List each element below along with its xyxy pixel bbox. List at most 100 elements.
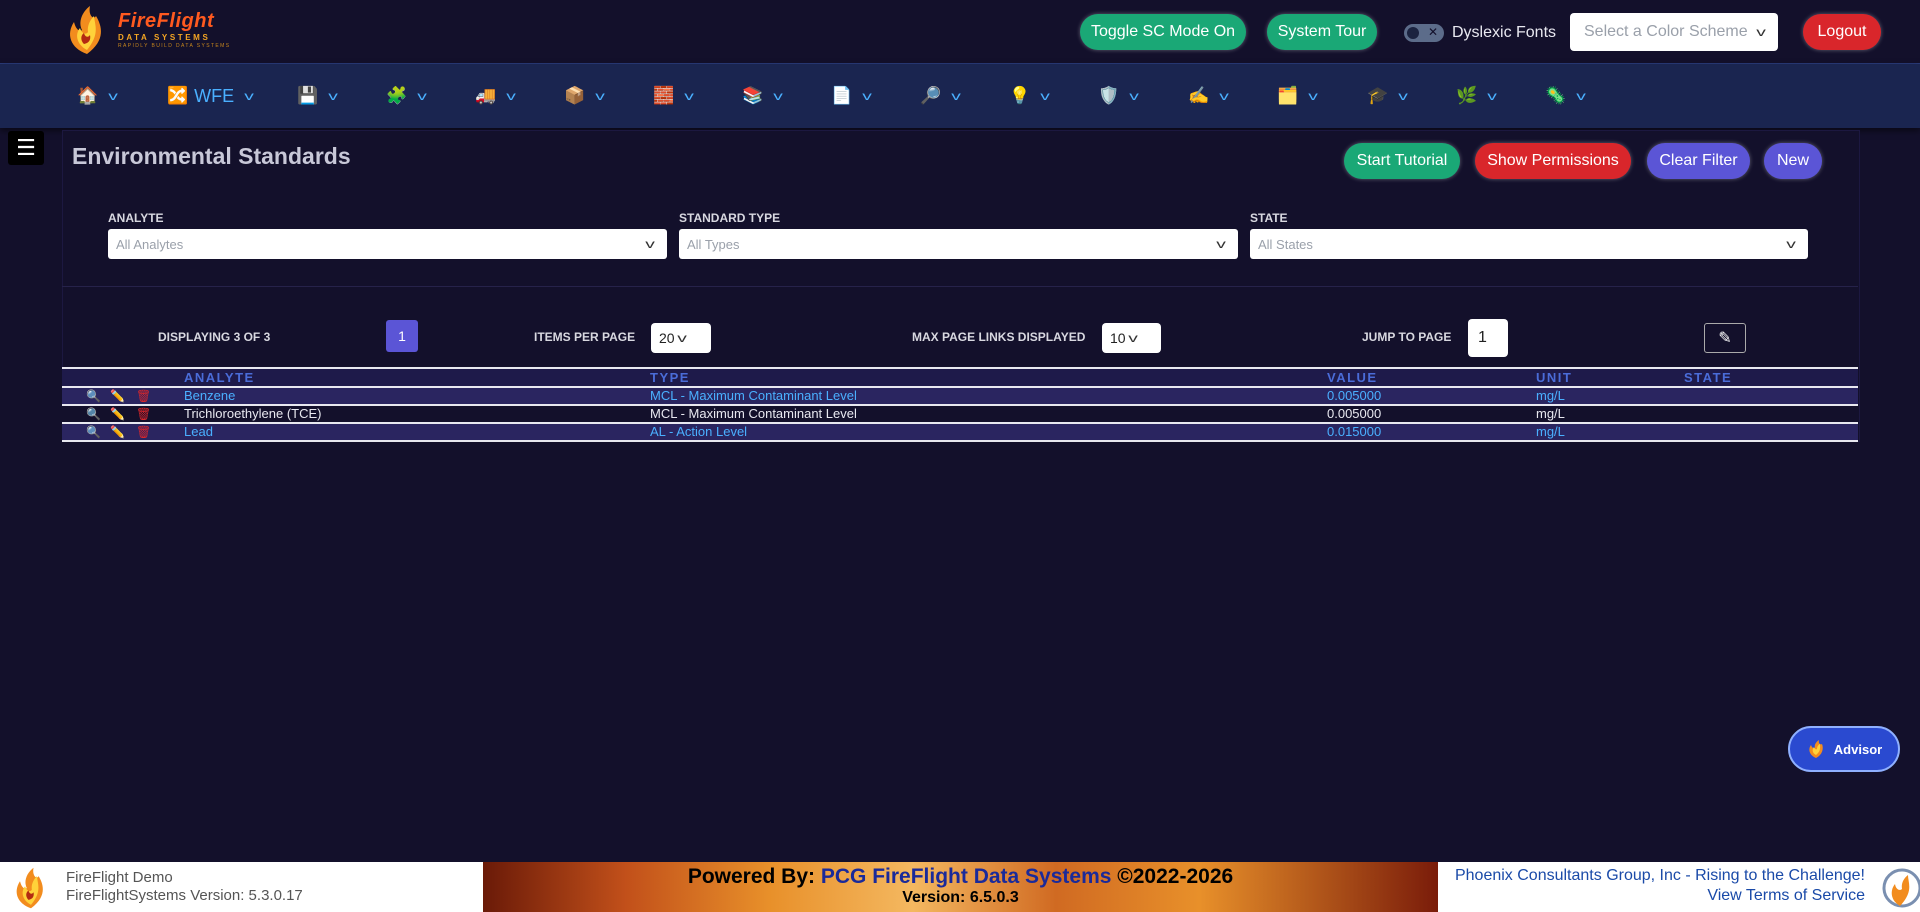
nav-ideas[interactable]: 💡 v (1009, 84, 1050, 108)
chevron-down-icon: v (645, 237, 655, 251)
cell-analyte: Benzene (184, 388, 236, 403)
chevron-down-icon: v (595, 89, 605, 103)
column-header-unit[interactable]: UNIT (1536, 370, 1572, 385)
nav-shipping[interactable]: 🚚 v (475, 84, 516, 108)
nav-home[interactable]: 🏠 v (77, 84, 118, 108)
nav-library[interactable]: 📚 v (742, 84, 783, 108)
nav-structure[interactable]: 🧱 v (653, 84, 694, 108)
table-row[interactable]: 🔍 ✏️ 🗑 Benzene MCL - Maximum Contaminant… (62, 388, 1858, 406)
nav-inventory[interactable]: 📦 v (564, 84, 605, 108)
terms-of-service-link[interactable]: View Terms of Service (1707, 887, 1865, 905)
magnifier-icon: 🔎 (920, 86, 942, 105)
items-per-page-label: ITEMS PER PAGE (534, 330, 636, 344)
chevron-down-icon: v (1576, 89, 1586, 103)
column-header-type[interactable]: TYPE (650, 370, 690, 385)
delete-icon[interactable]: 🗑 (136, 388, 151, 404)
banner-version: Version: 6.5.0.3 (902, 889, 1019, 906)
chevron-down-icon: v (1786, 237, 1796, 251)
top-bar: FireFlight DATA SYSTEMS RAPIDLY BUILD DA… (0, 0, 1920, 64)
page-1-button[interactable]: 1 (386, 320, 418, 352)
new-button[interactable]: New (1764, 143, 1822, 179)
analyte-filter-select[interactable]: All Analytes v (108, 229, 667, 259)
cell-analyte: Lead (184, 424, 213, 439)
leaf-icon: 🌿 (1456, 86, 1478, 105)
powered-by-copyright: ©2022-2026 (1111, 865, 1234, 888)
truck-icon: 🚚 (475, 86, 497, 105)
footer-company-link[interactable]: Phoenix Consultants Group, Inc - Rising … (1455, 867, 1865, 885)
clear-filter-button[interactable]: Clear Filter (1647, 143, 1750, 179)
standard-type-filter-select[interactable]: All Types v (679, 229, 1238, 259)
table-header: ANALYTE TYPE VALUE UNIT STATE (62, 367, 1858, 388)
nav-lab[interactable]: 🦠 v (1545, 84, 1586, 108)
nav-save[interactable]: 💾 v (297, 84, 338, 108)
show-permissions-button[interactable]: Show Permissions (1475, 143, 1631, 179)
hamburger-icon: ☰ (16, 135, 36, 160)
sidebar-toggle-button[interactable]: ☰ (8, 131, 44, 165)
fireflight-logo[interactable]: FireFlight DATA SYSTEMS RAPIDLY BUILD DA… (62, 4, 242, 58)
package-icon: 📦 (564, 86, 586, 105)
chevron-down-icon: v (684, 89, 694, 103)
brand-name: FireFlight (118, 10, 215, 32)
chevron-down-icon: v (1487, 89, 1497, 103)
nav-modules[interactable]: 🧩 v (386, 84, 427, 108)
toggle-sc-mode-button[interactable]: Toggle SC Mode On (1080, 14, 1246, 50)
system-tour-button[interactable]: System Tour (1267, 14, 1377, 50)
column-header-state[interactable]: STATE (1684, 370, 1732, 385)
standard-type-filter-placeholder: All Types (687, 236, 740, 252)
lightbulb-icon: 💡 (1009, 86, 1031, 105)
nav-security[interactable]: 🛡️ v (1098, 84, 1139, 108)
state-filter-select[interactable]: All States v (1250, 229, 1808, 259)
nav-wfe-label: WFE (194, 85, 235, 106)
advisor-button[interactable]: Advisor (1788, 726, 1900, 772)
nav-search[interactable]: 🔎 v (920, 84, 961, 108)
edit-icon[interactable]: ✏️ (110, 388, 125, 404)
view-icon[interactable]: 🔍 (86, 424, 101, 440)
chevron-down-icon: v (862, 89, 872, 103)
max-page-links-select[interactable]: 10 v (1102, 323, 1161, 353)
phoenix-advisor-icon (1809, 740, 1823, 758)
nav-wfe[interactable]: 🔀 WFE v (167, 84, 254, 108)
nav-signatures[interactable]: ✍️ v (1188, 84, 1229, 108)
advisor-label: Advisor (1833, 741, 1883, 757)
view-icon[interactable]: 🔍 (86, 406, 101, 422)
nav-environmental[interactable]: 🌿 v (1456, 84, 1497, 108)
delete-icon[interactable]: 🗑 (136, 424, 151, 440)
clear-grid-button[interactable]: ✎ (1704, 323, 1746, 353)
footer-instance-name: FireFlight Demo (66, 869, 173, 886)
nav-records[interactable]: 🗂️ v (1277, 84, 1318, 108)
start-tutorial-button[interactable]: Start Tutorial (1344, 143, 1460, 179)
home-icon: 🏠 (77, 86, 99, 105)
analyte-filter-placeholder: All Analytes (116, 236, 184, 252)
cell-unit: mg/L (1536, 406, 1565, 421)
cell-value: 0.005000 (1327, 388, 1382, 403)
table-row[interactable]: 🔍 ✏️ 🗑 Lead AL - Action Level 0.015000 m… (62, 424, 1858, 442)
column-header-analyte[interactable]: ANALYTE (184, 370, 255, 385)
edit-icon[interactable]: ✏️ (110, 406, 125, 422)
jump-to-page-input[interactable]: 1 (1468, 319, 1508, 357)
chevron-down-icon: v (1216, 237, 1226, 251)
view-icon[interactable]: 🔍 (86, 388, 101, 404)
max-page-links-value: 10 (1110, 330, 1126, 346)
displaying-count: DISPLAYING 3 OF 3 (158, 330, 271, 344)
puzzle-piece-icon: 🧩 (386, 86, 408, 105)
standard-type-filter-label: STANDARD TYPE (679, 211, 781, 225)
logout-button[interactable]: Logout (1803, 14, 1881, 50)
chevron-down-icon: v (506, 89, 516, 103)
powered-by-prefix: Powered By: (687, 865, 821, 888)
eraser-icon: ✎ (1718, 330, 1732, 347)
items-per-page-select[interactable]: 20 v (651, 323, 711, 353)
color-scheme-select[interactable]: Select a Color Scheme v (1570, 13, 1778, 51)
delete-icon[interactable]: 🗑 (136, 406, 151, 422)
nav-documents[interactable]: 📄 v (831, 84, 872, 108)
graduation-cap-icon: 🎓 (1367, 86, 1389, 105)
chevron-down-icon: v (1040, 89, 1050, 103)
edit-icon[interactable]: ✏️ (110, 424, 125, 440)
chevron-down-icon: v (676, 331, 687, 345)
nav-training[interactable]: 🎓 v (1367, 84, 1408, 108)
table-row[interactable]: 🔍 ✏️ 🗑 Trichloroethylene (TCE) MCL - Max… (62, 406, 1858, 424)
floppy-disk-icon: 💾 (297, 86, 319, 105)
dyslexic-fonts-toggle[interactable]: ✕ (1404, 24, 1444, 42)
folder-dividers-icon: 🗂️ (1277, 86, 1299, 105)
cell-type: MCL - Maximum Contaminant Level (650, 388, 857, 403)
column-header-value[interactable]: VALUE (1327, 370, 1378, 385)
